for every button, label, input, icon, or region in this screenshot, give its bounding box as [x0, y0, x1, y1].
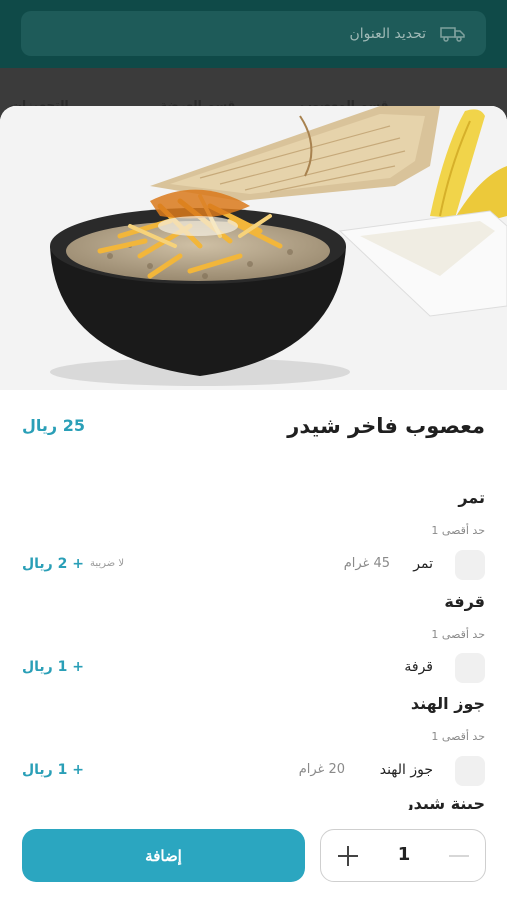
option-tax-note: لا ضريبة [90, 558, 125, 569]
product-price: 25 ريال [22, 416, 85, 435]
address-selector[interactable]: تحديد العنوان [21, 11, 486, 56]
truck-icon [440, 26, 466, 42]
option-name: قرفة [404, 659, 433, 675]
quantity-value: 1 [397, 844, 411, 865]
option-weight: 45 غرام [343, 556, 390, 571]
option-price: + 1 ريال [22, 762, 84, 778]
product-sheet: معصوب فاخر شيدر 25 ريال تمر حد أقصى 1 تم… [0, 106, 507, 900]
option-name: جوز الهند [379, 762, 433, 778]
quantity-stepper: 1 [320, 829, 486, 882]
plus-icon[interactable] [335, 843, 361, 869]
option-checkbox[interactable] [455, 550, 485, 580]
product-image [0, 106, 507, 390]
option-name: تمر [413, 556, 433, 572]
bottom-action-bar: إضافة 1 [0, 810, 507, 900]
option-checkbox[interactable] [455, 756, 485, 786]
option-row-dates[interactable]: تمر 45 غرام + 2 ريال لا ضريبة [22, 550, 485, 580]
product-title: معصوب فاخر شيدر [287, 414, 485, 438]
group-title-cinnamon: قرفة [444, 592, 485, 611]
minus-icon[interactable] [449, 855, 469, 857]
option-row-coconut[interactable]: جوز الهند 20 غرام + 1 ريال [22, 756, 485, 786]
group-title-dates: تمر [458, 488, 485, 507]
group-limit-coconut: حد أقصى 1 [431, 730, 485, 743]
option-weight: 20 غرام [298, 762, 345, 777]
option-checkbox[interactable] [455, 653, 485, 683]
group-limit-cinnamon: حد أقصى 1 [431, 628, 485, 641]
add-to-cart-button[interactable]: إضافة [22, 829, 305, 882]
group-title-coconut: جوز الهند [410, 694, 485, 713]
option-price: + 1 ريال [22, 659, 84, 675]
option-row-cinnamon[interactable]: قرفة + 1 ريال [22, 653, 485, 683]
app-header: تحديد العنوان [0, 0, 507, 68]
address-label: تحديد العنوان [349, 25, 426, 42]
group-limit-dates: حد أقصى 1 [431, 524, 485, 537]
option-price: + 2 ريال [22, 556, 84, 572]
